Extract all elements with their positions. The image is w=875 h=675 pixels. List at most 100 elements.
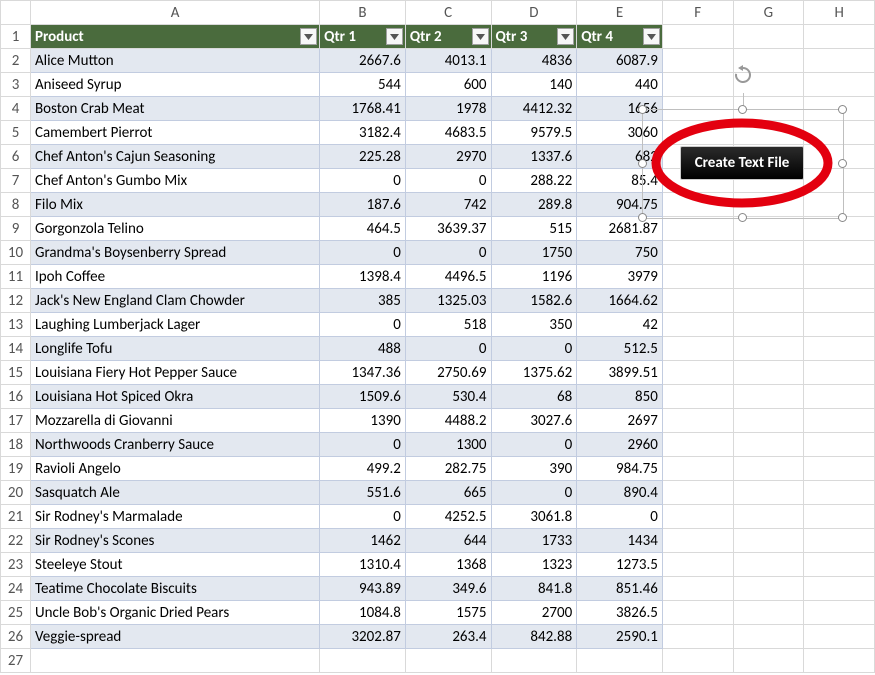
cell-q1[interactable]: 0 — [320, 241, 406, 265]
cell-product[interactable]: Jack's New England Clam Chowder — [30, 289, 319, 313]
cell-q1[interactable]: 0 — [320, 505, 406, 529]
cell-q3[interactable]: 68 — [491, 385, 577, 409]
row-header-17[interactable]: 17 — [1, 409, 31, 433]
cell-q3[interactable]: 1582.6 — [491, 289, 577, 313]
rotate-handle-icon[interactable] — [733, 65, 753, 90]
cell-q3[interactable]: 1750 — [491, 241, 577, 265]
cell-F23[interactable] — [662, 553, 733, 577]
row-header-5[interactable]: 5 — [1, 121, 31, 145]
cell-q3[interactable]: 288.22 — [491, 169, 577, 193]
cell-q1[interactable]: 1398.4 — [320, 265, 406, 289]
col-header-E[interactable]: E — [577, 1, 663, 25]
cell-product[interactable]: Filo Mix — [30, 193, 319, 217]
resize-handle-ne[interactable] — [838, 105, 847, 114]
cell-product[interactable]: Laughing Lumberjack Lager — [30, 313, 319, 337]
cell-q1[interactable]: 943.89 — [320, 577, 406, 601]
cell-F1[interactable] — [662, 25, 733, 49]
cell-F21[interactable] — [662, 505, 733, 529]
cell-F20[interactable] — [662, 481, 733, 505]
filter-dropdown-product[interactable] — [300, 28, 317, 45]
cell-q1[interactable]: 1390 — [320, 409, 406, 433]
cell-H13[interactable] — [804, 313, 875, 337]
cell-G20[interactable] — [733, 481, 804, 505]
cell-F9[interactable] — [662, 217, 733, 241]
cell-H20[interactable] — [804, 481, 875, 505]
cell-H27[interactable] — [804, 649, 875, 673]
cell-q2[interactable]: 2750.69 — [405, 361, 491, 385]
cell-q2[interactable]: 1300 — [405, 433, 491, 457]
cell-product[interactable]: Louisiana Fiery Hot Pepper Sauce — [30, 361, 319, 385]
cell-q2[interactable]: 644 — [405, 529, 491, 553]
cell-G10[interactable] — [733, 241, 804, 265]
cell-F11[interactable] — [662, 265, 733, 289]
row-header-8[interactable]: 8 — [1, 193, 31, 217]
cell-q1[interactable]: 464.5 — [320, 217, 406, 241]
resize-handle-e[interactable] — [838, 159, 847, 168]
cell-q3[interactable]: 1375.62 — [491, 361, 577, 385]
cell-H22[interactable] — [804, 529, 875, 553]
cell-G17[interactable] — [733, 409, 804, 433]
cell-product[interactable]: Alice Mutton — [30, 49, 319, 73]
cell-q2[interactable]: 1978 — [405, 97, 491, 121]
cell-product[interactable]: Ravioli Angelo — [30, 457, 319, 481]
cell-H10[interactable] — [804, 241, 875, 265]
cell-q2[interactable]: 4252.5 — [405, 505, 491, 529]
cell-G14[interactable] — [733, 337, 804, 361]
col-header-B[interactable]: B — [320, 1, 406, 25]
oval-shape[interactable]: Create Text File — [650, 117, 834, 209]
cell-H17[interactable] — [804, 409, 875, 433]
cell-F19[interactable] — [662, 457, 733, 481]
row-header-3[interactable]: 3 — [1, 73, 31, 97]
cell-q1[interactable]: 488 — [320, 337, 406, 361]
row-header-27[interactable]: 27 — [1, 649, 31, 673]
header-product[interactable]: Product — [30, 25, 319, 49]
cell-q4[interactable]: 2590.1 — [577, 625, 663, 649]
cell-q1[interactable]: 0 — [320, 433, 406, 457]
cell-q1[interactable]: 499.2 — [320, 457, 406, 481]
cell-q2[interactable]: 3639.37 — [405, 217, 491, 241]
cell-q4[interactable]: 1273.5 — [577, 553, 663, 577]
cell-F15[interactable] — [662, 361, 733, 385]
select-all-corner[interactable] — [1, 1, 31, 25]
row-header-15[interactable]: 15 — [1, 361, 31, 385]
cell-F25[interactable] — [662, 601, 733, 625]
cell-q4[interactable]: 2960 — [577, 433, 663, 457]
cell-D27[interactable] — [491, 649, 577, 673]
cell-H1[interactable] — [804, 25, 875, 49]
cell-q3[interactable]: 0 — [491, 433, 577, 457]
col-header-C[interactable]: C — [405, 1, 491, 25]
cell-q3[interactable]: 0 — [491, 481, 577, 505]
cell-F14[interactable] — [662, 337, 733, 361]
col-header-H[interactable]: H — [804, 1, 875, 25]
cell-q3[interactable]: 1323 — [491, 553, 577, 577]
cell-F24[interactable] — [662, 577, 733, 601]
cell-H14[interactable] — [804, 337, 875, 361]
cell-product[interactable]: Steeleye Stout — [30, 553, 319, 577]
create-text-file-button[interactable]: Create Text File — [680, 146, 805, 180]
cell-G21[interactable] — [733, 505, 804, 529]
cell-product[interactable]: Uncle Bob's Organic Dried Pears — [30, 601, 319, 625]
cell-q2[interactable]: 349.6 — [405, 577, 491, 601]
row-header-20[interactable]: 20 — [1, 481, 31, 505]
cell-q3[interactable]: 140 — [491, 73, 577, 97]
cell-q2[interactable]: 4488.2 — [405, 409, 491, 433]
cell-q3[interactable]: 1337.6 — [491, 145, 577, 169]
cell-q2[interactable]: 0 — [405, 241, 491, 265]
cell-F16[interactable] — [662, 385, 733, 409]
cell-q4[interactable]: 851.46 — [577, 577, 663, 601]
cell-product[interactable]: Ipoh Coffee — [30, 265, 319, 289]
cell-q1[interactable]: 385 — [320, 289, 406, 313]
row-header-1[interactable]: 1 — [1, 25, 31, 49]
cell-q2[interactable]: 1368 — [405, 553, 491, 577]
row-header-11[interactable]: 11 — [1, 265, 31, 289]
row-header-13[interactable]: 13 — [1, 313, 31, 337]
cell-q4[interactable]: 6087.9 — [577, 49, 663, 73]
col-header-D[interactable]: D — [491, 1, 577, 25]
cell-F27[interactable] — [662, 649, 733, 673]
cell-A27[interactable] — [30, 649, 319, 673]
resize-handle-sw[interactable] — [638, 213, 647, 222]
cell-q4[interactable]: 984.75 — [577, 457, 663, 481]
cell-q4[interactable]: 3899.51 — [577, 361, 663, 385]
row-header-25[interactable]: 25 — [1, 601, 31, 625]
cell-F26[interactable] — [662, 625, 733, 649]
